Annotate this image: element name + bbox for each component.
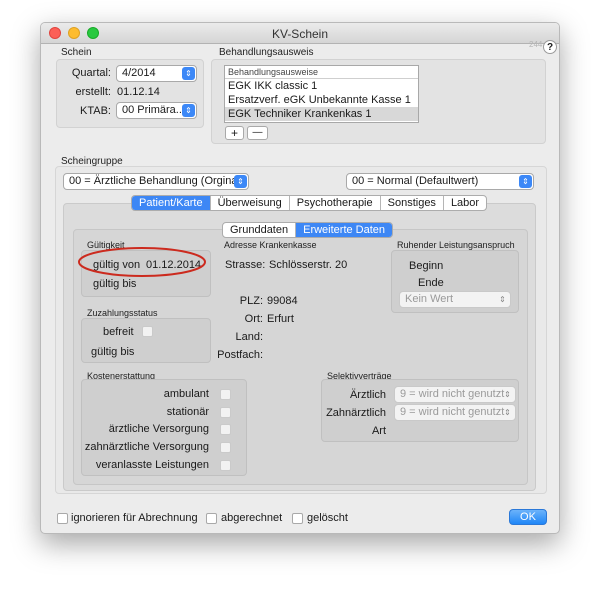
stationaer-label: stationär xyxy=(166,406,209,418)
sub-tabs: Grunddaten Erweiterte Daten xyxy=(222,222,394,238)
geloescht-label: gelöscht xyxy=(307,512,348,524)
updown-arrows-icon: ⇕ xyxy=(234,175,247,188)
ignorieren-checkbox[interactable] xyxy=(57,513,68,524)
version-label: 244 xyxy=(529,40,543,49)
quartal-label: Quartal: xyxy=(71,67,111,79)
zahnaerztliche-versorgung-label: zahnärztliche Versorgung xyxy=(84,441,209,453)
updown-arrows-icon: ⇕ xyxy=(504,390,511,399)
highlight-ellipse xyxy=(78,247,206,277)
ktab-label: KTAB: xyxy=(80,105,111,117)
list-header: Behandlungsausweise xyxy=(225,66,418,79)
adresse-title: Adresse Krankenkasse xyxy=(224,240,317,250)
ktab-value: 00 Primära... xyxy=(122,104,185,116)
title-bar: KV-Schein xyxy=(41,23,559,44)
ignorieren-label: ignorieren für Abrechnung xyxy=(71,512,198,524)
list-item[interactable]: Ersatzverf. eGK Unbekannte Kasse 1 xyxy=(225,93,418,107)
aerztlich-select[interactable]: 9 = wird nicht genutzt ⇕ xyxy=(394,386,516,403)
tab-patient-karte[interactable]: Patient/Karte xyxy=(132,196,210,210)
zahnaerztlich-select[interactable]: 9 = wird nicht genutzt ⇕ xyxy=(394,404,516,421)
strasse-value: Schlösserstr. 20 xyxy=(269,259,348,271)
remove-button[interactable]: — xyxy=(247,126,268,140)
stationaer-checkbox[interactable] xyxy=(220,407,231,418)
kein-wert-select[interactable]: Kein Wert ⇕ xyxy=(399,291,511,308)
main-tabs: Patient/Karte Überweisung Psychotherapie… xyxy=(131,195,488,211)
updown-arrows-icon: ⇕ xyxy=(182,67,195,80)
art-label: Art xyxy=(371,425,386,437)
behandlungsausweis-group-title: Behandlungsausweis xyxy=(219,47,314,58)
zahnaerztlich-value: 9 = wird nicht genutzt xyxy=(400,406,505,418)
plz-value: 99084 xyxy=(267,295,298,307)
kv-schein-window: KV-Schein 244 ? Schein Quartal: 4/2014 ⇕… xyxy=(40,22,560,534)
ok-button[interactable]: OK xyxy=(509,509,547,525)
erstellt-value: 01.12.14 xyxy=(117,86,160,98)
scheingruppe-select[interactable]: 00 = Ärztliche Behandlung (Orgina... ⇕ xyxy=(63,173,249,190)
veranlasste-leistungen-checkbox[interactable] xyxy=(220,460,231,471)
add-button[interactable]: + xyxy=(225,126,244,140)
zuzahlung-title: Zuzahlungsstatus xyxy=(87,308,158,318)
aerztliche-versorgung-checkbox[interactable] xyxy=(220,424,231,435)
ambulant-checkbox[interactable] xyxy=(220,389,231,400)
veranlasste-leistungen-label: veranlasste Leistungen xyxy=(95,459,209,471)
list-item[interactable]: EGK IKK classic 1 xyxy=(225,79,418,93)
ruhender-title: Ruhender Leistungsanspruch xyxy=(397,240,515,250)
postfach-label: Postfach: xyxy=(217,349,263,361)
schein-group-title: Schein xyxy=(61,47,92,58)
updown-arrows-icon: ⇕ xyxy=(504,408,511,417)
abgerechnet-checkbox[interactable] xyxy=(206,513,217,524)
tab-grunddaten[interactable]: Grunddaten xyxy=(223,223,295,237)
befreit-checkbox[interactable] xyxy=(142,326,153,337)
zuzahlung-bis-label: gültig bis xyxy=(91,346,135,358)
land-label: Land: xyxy=(235,331,263,343)
ort-label: Ort: xyxy=(244,313,263,325)
window-title: KV-Schein xyxy=(271,27,329,41)
ktab-select[interactable]: 00 Primära... ⇕ xyxy=(116,102,197,119)
gueltig-bis-label: gültig bis xyxy=(93,278,137,290)
tab-sonstiges[interactable]: Sonstiges xyxy=(379,196,443,210)
tab-psychotherapie[interactable]: Psychotherapie xyxy=(288,196,380,210)
list-item-selected[interactable]: EGK Techniker Krankenkas 1 xyxy=(225,107,418,121)
tab-erweiterte-daten[interactable]: Erweiterte Daten xyxy=(295,223,393,237)
behandlungsausweis-list: Behandlungsausweise EGK IKK classic 1 Er… xyxy=(224,65,419,123)
updown-arrows-icon: ⇕ xyxy=(182,104,195,117)
tab-ueberweisung[interactable]: Überweisung xyxy=(209,196,289,210)
updown-arrows-icon: ⇕ xyxy=(499,295,506,304)
tab-labor[interactable]: Labor xyxy=(442,196,486,210)
status-value: 00 = Normal (Defaultwert) xyxy=(352,175,479,187)
status-select[interactable]: 00 = Normal (Defaultwert) ⇕ xyxy=(346,173,534,190)
strasse-label: Strasse: xyxy=(225,259,266,271)
plz-label: PLZ: xyxy=(239,295,263,307)
quartal-select[interactable]: 4/2014 ⇕ xyxy=(116,65,197,82)
scheingruppe-value: 00 = Ärztliche Behandlung (Orgina... xyxy=(69,175,247,187)
ort-value: Erfurt xyxy=(267,313,294,325)
quartal-value: 4/2014 xyxy=(122,67,156,79)
updown-arrows-icon: ⇕ xyxy=(519,175,532,188)
ende-label: Ende xyxy=(418,277,444,289)
aerztliche-versorgung-label: ärztliche Versorgung xyxy=(108,423,209,435)
help-icon[interactable]: ? xyxy=(543,40,557,54)
erstellt-label: erstellt: xyxy=(75,86,111,98)
zahnaerztliche-versorgung-checkbox[interactable] xyxy=(220,442,231,453)
aerztlich-value: 9 = wird nicht genutzt xyxy=(400,388,505,400)
aerztlich-label: Ärztlich xyxy=(349,389,386,401)
zahnaerztlich-label: Zahnärztlich xyxy=(326,407,386,419)
kein-wert-value: Kein Wert xyxy=(405,293,454,305)
geloescht-checkbox[interactable] xyxy=(292,513,303,524)
ambulant-label: ambulant xyxy=(163,388,209,400)
befreit-label: befreit xyxy=(103,326,134,338)
abgerechnet-label: abgerechnet xyxy=(221,512,283,524)
beginn-label: Beginn xyxy=(409,260,444,272)
